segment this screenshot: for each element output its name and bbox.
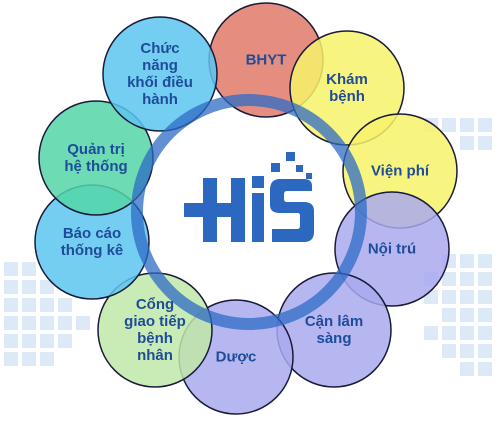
node-kham-benh-label: Khám bệnh (326, 71, 368, 105)
node-bao-cao-label: Báo cáo thống kê (60, 225, 124, 259)
node-noi-tru-label: Nội trú (367, 240, 417, 258)
node-vien-phi-label: Viện phí (370, 162, 430, 180)
node-chuc-nang-label: Chức năng khối điều hành (127, 40, 193, 108)
node-can-lam-sang-label: Cận lâm sàng (304, 313, 364, 347)
central-ring (131, 94, 367, 330)
node-bhyt-label: BHYT (245, 51, 287, 69)
his-logo-icon (184, 152, 314, 242)
node-quan-tri-label: Quản trị hệ thống (64, 141, 128, 175)
node-cong-giao-tiep-label: Cổng giao tiếp bệnh nhân (124, 296, 186, 364)
